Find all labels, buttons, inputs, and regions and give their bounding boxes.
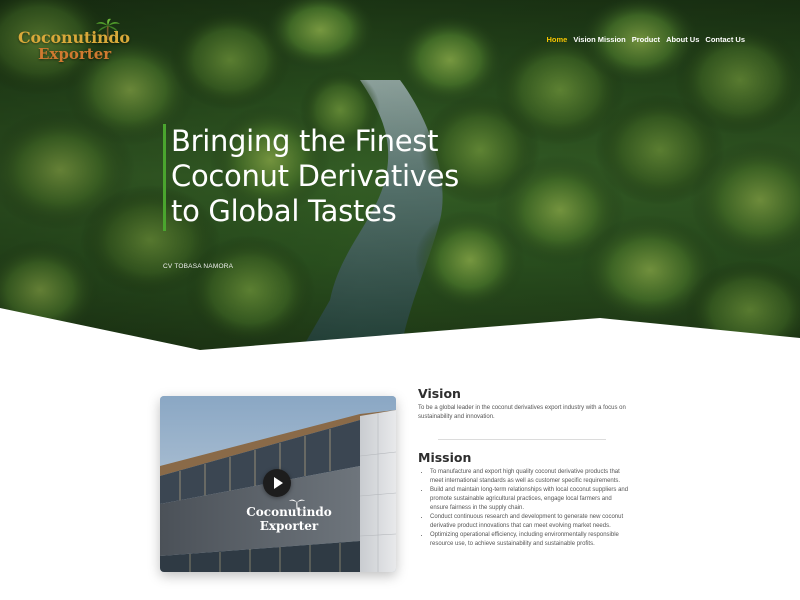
site-logo[interactable]: Coconutindo Exporter — [18, 18, 133, 64]
hero-bottom-divider — [0, 308, 800, 352]
nav-home[interactable]: Home — [547, 35, 568, 44]
logo-text-bottom: Exporter — [38, 45, 112, 63]
hero-banner: Coconutindo Exporter Home Vision Mission… — [0, 0, 800, 352]
hero-title-line-3: to Global Tastes — [171, 194, 397, 228]
building-sign-line-1: Coconutindo — [246, 505, 332, 519]
building-sign-line-2: Exporter — [259, 519, 319, 533]
mission-item: Optimizing operational efficiency, inclu… — [430, 531, 630, 549]
hero-title-line-2: Coconut Derivatives — [171, 159, 459, 193]
hero-company-name: CV TOBASA NAMORA — [163, 263, 234, 270]
mission-item: Build and maintain long-term relationshi… — [430, 486, 630, 513]
mission-item: To manufacture and export high quality c… — [430, 468, 630, 486]
mission-item: Conduct continuous research and developm… — [430, 513, 630, 531]
main-navigation: Home Vision Mission Product About Us Con… — [547, 35, 746, 44]
hero-accent-bar — [163, 124, 166, 231]
nav-vision-mission[interactable]: Vision Mission — [573, 35, 625, 44]
nav-about-us[interactable]: About Us — [666, 35, 699, 44]
nav-product[interactable]: Product — [632, 35, 660, 44]
mission-list: To manufacture and export high quality c… — [430, 468, 630, 549]
section-divider — [438, 439, 606, 440]
hero-title: Bringing the Finest Coconut Derivatives … — [171, 124, 501, 229]
vision-text: To be a global leader in the coconut der… — [418, 405, 626, 420]
hero-title-line-1: Bringing the Finest — [171, 124, 439, 158]
play-icon[interactable] — [263, 469, 291, 497]
nav-contact-us[interactable]: Contact Us — [705, 35, 745, 44]
vision-heading: Vision — [418, 386, 461, 401]
building-sign: Coconutindo Exporter — [244, 505, 334, 533]
mission-heading: Mission — [418, 450, 472, 465]
